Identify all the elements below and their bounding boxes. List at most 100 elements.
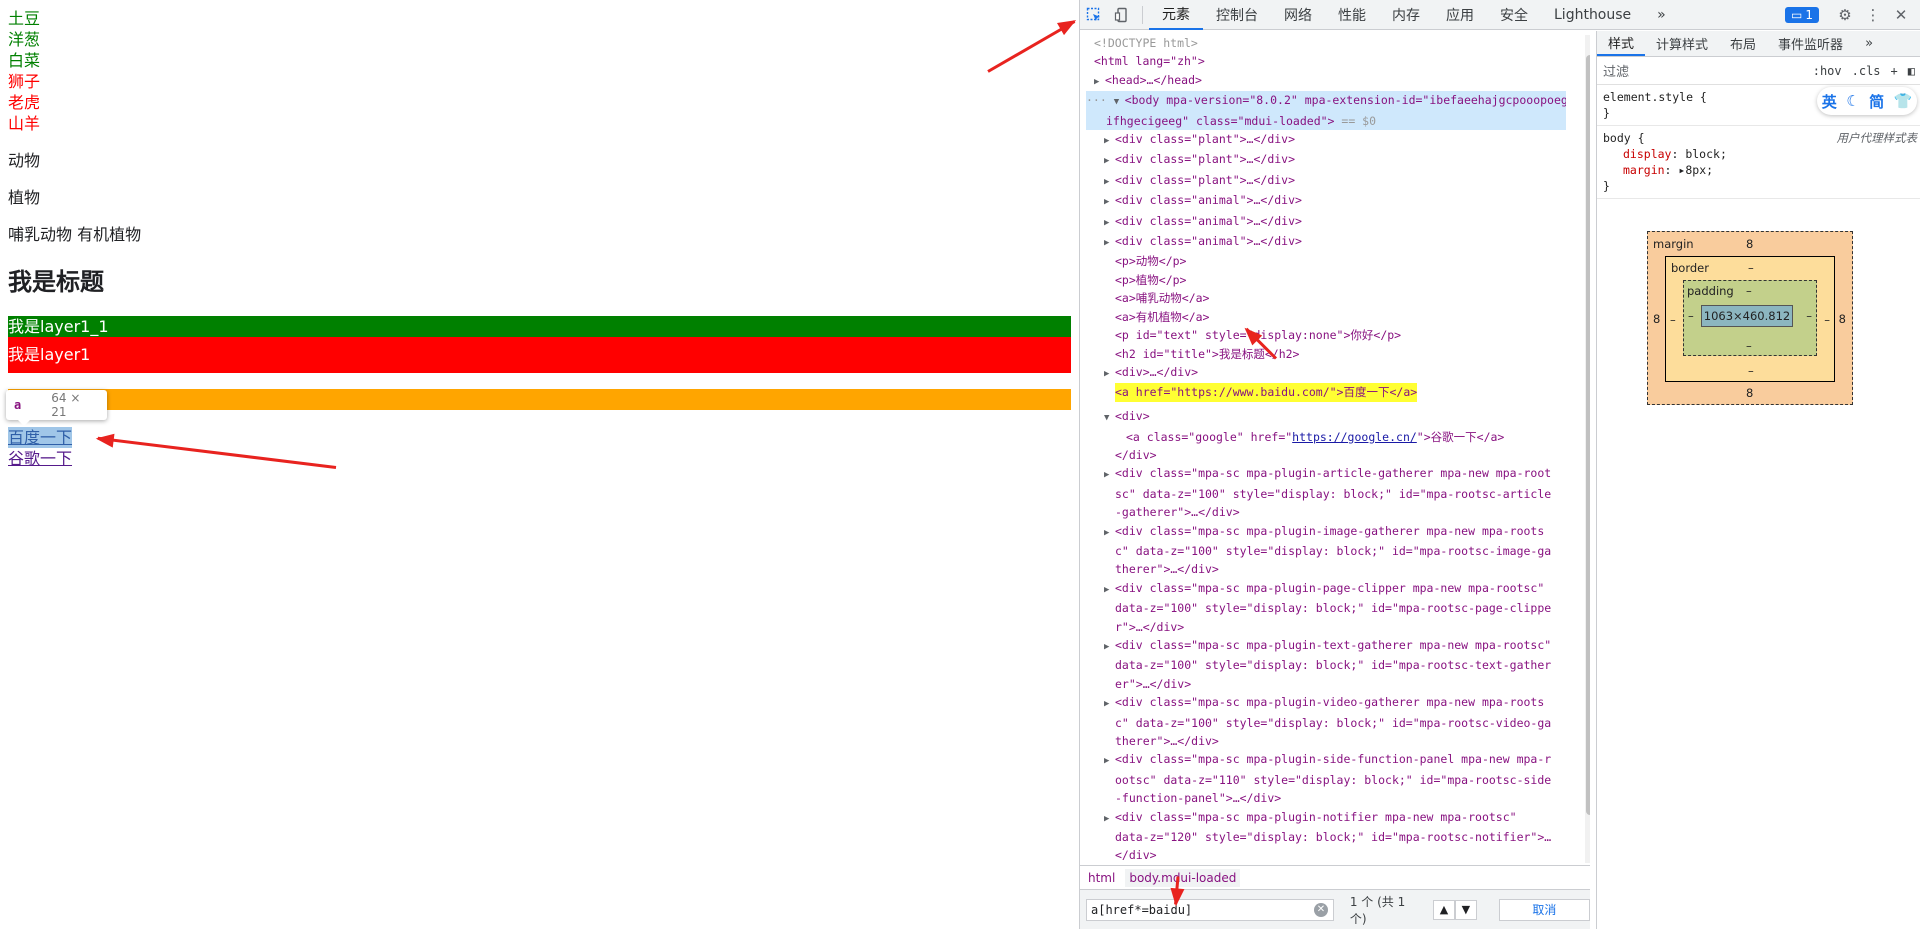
tab-console[interactable]: 控制台 — [1203, 0, 1271, 30]
dom-node[interactable]: <a class="google" href="https://google.c… — [1086, 428, 1566, 446]
tab-lighthouse[interactable]: Lighthouse — [1541, 0, 1644, 30]
dom-node[interactable]: therer">…</div> — [1086, 560, 1566, 578]
expand-triangle-icon[interactable]: ▶ — [1104, 152, 1115, 170]
dom-node[interactable]: er">…</div> — [1086, 675, 1566, 693]
dom-node[interactable]: data-z="120" style="display: block;" id=… — [1086, 828, 1566, 846]
expand-triangle-icon[interactable]: ▶ — [1104, 581, 1115, 599]
border-right[interactable]: – — [1824, 313, 1830, 327]
dom-node[interactable]: ▶ <div class="plant">…</div> — [1086, 150, 1566, 170]
breadcrumb-body[interactable]: body.mdui-loaded — [1125, 868, 1241, 887]
dom-node[interactable]: ▶ <div class="mpa-sc mpa-plugin-notifier … — [1086, 808, 1566, 828]
sidebar-toggle-icon[interactable]: ◧ — [1908, 64, 1915, 78]
expand-triangle-icon[interactable]: ▶ — [1104, 466, 1115, 484]
link-baidu[interactable]: 百度一下 — [8, 427, 73, 448]
dom-node[interactable]: ▶ <div class="mpa-sc mpa-plugin-video-gat… — [1086, 693, 1566, 713]
css-declaration[interactable]: margin: ▸8px; — [1603, 162, 1915, 178]
body-ua-rule[interactable]: body { 用户代理样式表 display: block; margin: ▸… — [1597, 126, 1920, 199]
dom-node[interactable]: <h2 id="title">我是标题</h2> — [1086, 345, 1566, 363]
dom-node[interactable]: c" data-z="100" style="display: block;" … — [1086, 714, 1566, 732]
dom-node[interactable]: -gatherer">…</div> — [1086, 503, 1566, 521]
dom-node[interactable]: sc" data-z="100" style="display: block;"… — [1086, 485, 1566, 503]
dom-node[interactable]: ▶ <div class="mpa-sc mpa-plugin-page-clip… — [1086, 579, 1566, 599]
dom-node[interactable]: <p id="text" style="display:none">你好</p> — [1086, 326, 1566, 344]
dom-node[interactable]: </div> — [1086, 446, 1566, 464]
dom-node[interactable]: <a>哺乳动物</a> — [1086, 289, 1566, 307]
more-tabs-icon[interactable]: » — [1644, 0, 1679, 30]
chevron-up-icon[interactable]: ▲ — [1433, 899, 1455, 920]
dom-node[interactable]: <p>动物</p> — [1086, 252, 1566, 270]
dom-node[interactable]: ▶ <div class="animal">…</div> — [1086, 232, 1566, 252]
margin-bottom[interactable]: 8 — [1746, 386, 1753, 400]
expand-triangle-icon[interactable]: ▶ — [1104, 234, 1115, 252]
ime-english[interactable]: 英 — [1822, 91, 1837, 112]
cancel-search-button[interactable]: 取消 — [1498, 898, 1590, 921]
tab-memory[interactable]: 内存 — [1379, 0, 1433, 30]
tab-elements[interactable]: 元素 — [1149, 0, 1203, 30]
shirt-icon[interactable]: 👕 — [1894, 92, 1913, 110]
dom-node[interactable]: <html lang="zh"> — [1086, 52, 1566, 70]
dom-node[interactable]: ▶ <div class="animal">…</div> — [1086, 191, 1566, 211]
gear-icon[interactable]: ⚙ — [1831, 1, 1859, 29]
breadcrumb-html[interactable]: html — [1088, 871, 1115, 885]
tree-scrollbar[interactable] — [1585, 35, 1590, 863]
tab-security[interactable]: 安全 — [1487, 0, 1541, 30]
border-top[interactable]: – — [1748, 261, 1754, 275]
padding-left[interactable]: – — [1688, 309, 1694, 323]
padding-bottom[interactable]: – — [1746, 339, 1752, 353]
add-rule-icon[interactable]: + — [1891, 64, 1898, 78]
kebab-menu-icon[interactable]: ⋮ — [1859, 1, 1887, 29]
dom-node[interactable]: <p>植物</p> — [1086, 271, 1566, 289]
expand-triangle-icon[interactable]: ▶ — [1104, 752, 1115, 770]
dom-node[interactable]: <!DOCTYPE html> — [1086, 34, 1566, 52]
expand-triangle-icon[interactable]: ▶ — [1104, 365, 1115, 383]
filter-input[interactable]: 过滤 — [1603, 61, 1803, 80]
inspect-element-icon[interactable] — [1080, 1, 1108, 29]
margin-left[interactable]: 8 — [1653, 312, 1660, 326]
dom-node[interactable]: ▶ <div class="plant">…</div> — [1086, 171, 1566, 191]
ellipsis-icon[interactable]: ··· — [1086, 93, 1114, 107]
dom-node[interactable]: therer">…</div> — [1086, 732, 1566, 750]
dom-node[interactable]: ▶ <div class="plant">…</div> — [1086, 130, 1566, 150]
padding-right[interactable]: – — [1806, 309, 1812, 323]
issues-badge[interactable]: ▭ 1 — [1785, 6, 1819, 23]
margin-top[interactable]: 8 — [1746, 237, 1753, 251]
tab-application[interactable]: 应用 — [1433, 0, 1487, 30]
dom-node[interactable]: ▶ <div class="mpa-sc mpa-plugin-side-func… — [1086, 750, 1566, 770]
tab-computed[interactable]: 计算样式 — [1645, 31, 1719, 56]
css-declaration[interactable]: display: block; — [1603, 146, 1915, 162]
border-left[interactable]: – — [1670, 313, 1676, 327]
dom-node[interactable]: </div> — [1086, 846, 1566, 864]
expand-triangle-icon[interactable]: ▶ — [1104, 638, 1115, 656]
device-toolbar-icon[interactable] — [1108, 1, 1136, 29]
close-icon[interactable]: ✕ — [1887, 1, 1915, 29]
expand-triangle-icon[interactable]: ▶ — [1104, 193, 1115, 211]
cls-toggle[interactable]: .cls — [1852, 64, 1881, 78]
border-bottom[interactable]: – — [1748, 364, 1754, 378]
dom-node[interactable]: r">…</div> — [1086, 618, 1566, 636]
dom-node[interactable]: ▶ <head>…</head> — [1086, 71, 1566, 91]
scrollbar-thumb[interactable] — [1586, 55, 1590, 815]
expand-triangle-icon[interactable]: ▶ — [1104, 132, 1115, 150]
dom-node[interactable]: ▶ <div class="mpa-sc mpa-plugin-article-g… — [1086, 464, 1566, 484]
tab-event-listeners[interactable]: 事件监听器 — [1767, 31, 1854, 56]
tab-performance[interactable]: 性能 — [1325, 0, 1379, 30]
expand-triangle-icon[interactable]: ▶ — [1104, 695, 1115, 713]
hov-toggle[interactable]: :hov — [1813, 64, 1842, 78]
padding-top[interactable]: – — [1746, 284, 1752, 298]
box-model-content[interactable]: 1063×460.812 — [1701, 305, 1793, 327]
dom-node[interactable]: ▼ <div> — [1086, 407, 1566, 427]
node-link[interactable]: https://google.cn/ — [1292, 430, 1417, 444]
collapse-triangle-icon[interactable]: ▼ — [1104, 409, 1115, 427]
dom-node[interactable]: -function-panel">…</div> — [1086, 789, 1566, 807]
moon-icon[interactable]: ☾ — [1846, 92, 1859, 110]
ime-toolbar[interactable]: 英 ☾ 简 👕 — [1817, 87, 1917, 115]
expand-triangle-icon[interactable]: ▶ — [1104, 524, 1115, 542]
dom-node[interactable]: c" data-z="100" style="display: block;" … — [1086, 542, 1566, 560]
expand-triangle-icon[interactable]: ▶ — [1104, 214, 1115, 232]
dom-node[interactable]: ▶ <div>…</div> — [1086, 363, 1566, 383]
chevron-down-icon[interactable]: ▼ — [1454, 899, 1477, 920]
anchor-mammal[interactable]: 哺乳动物 — [8, 225, 72, 244]
dom-node[interactable]: <a>有机植物</a> — [1086, 308, 1566, 326]
tab-styles[interactable]: 样式 — [1597, 31, 1646, 56]
dom-node-search-match[interactable]: <a href="https://www.baidu.com/">百度一下</a… — [1115, 383, 1418, 402]
